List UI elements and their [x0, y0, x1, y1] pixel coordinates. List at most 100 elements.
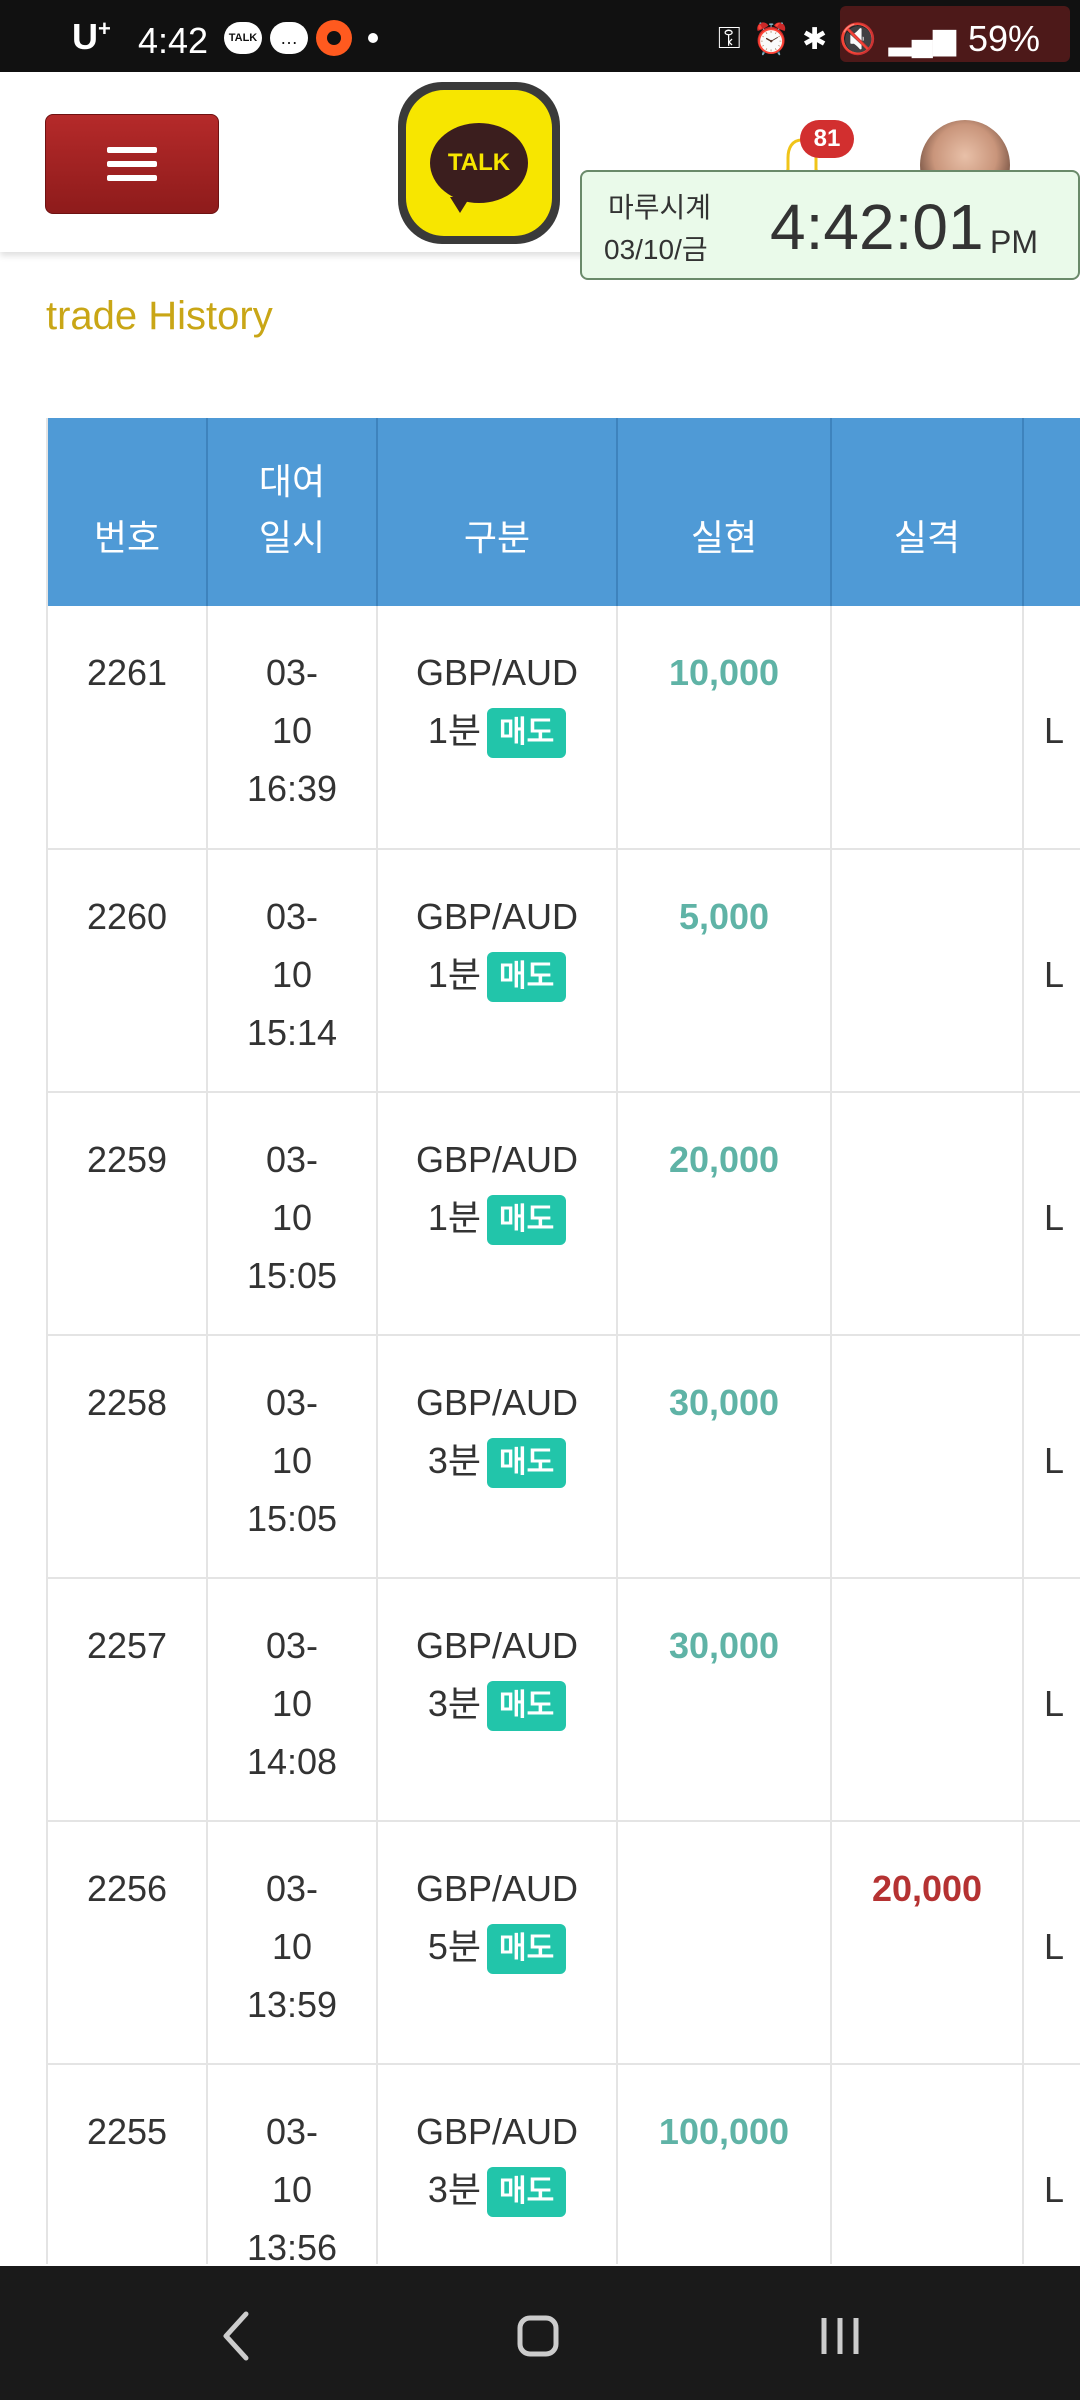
header-no: 번호: [46, 418, 208, 606]
row-no: 2257: [46, 1578, 208, 1822]
notification-icons: TALK …: [224, 20, 378, 56]
carrier-label: U+: [72, 16, 111, 57]
table-row[interactable]: 2261 03- 10 16:39 GBP/AUD 1분 매도 10,000 L: [46, 606, 1080, 850]
row-realized: 20,000: [617, 1092, 832, 1336]
alarm-icon: ⏰: [752, 22, 791, 56]
row-realized: 10,000: [617, 606, 832, 850]
table-row[interactable]: 2260 03- 10 15:14 GBP/AUD 1분 매도 5,000 L: [46, 849, 1080, 1093]
page-subtitle: trade History: [46, 294, 273, 338]
row-realized: [617, 1821, 832, 2065]
row-datetime: 03- 10 16:39: [207, 606, 378, 850]
row-realized: 30,000: [617, 1578, 832, 1822]
header-loss: 실격: [831, 418, 1024, 606]
row-no: 2258: [46, 1335, 208, 1579]
row-datetime: 03- 10 13:59: [207, 1821, 378, 2065]
table-row[interactable]: 2259 03- 10 15:05 GBP/AUD 1분 매도 20,000 L: [46, 1092, 1080, 1336]
row-no: 2255: [46, 2064, 208, 2264]
table-row[interactable]: 2255 03- 10 13:56 GBP/AUD 3분 매도 100,000 L: [46, 2064, 1080, 2264]
sell-badge: 매도: [486, 952, 567, 1003]
recent-apps-icon[interactable]: [800, 2296, 880, 2376]
currency-pair: GBP/AUD: [415, 1139, 579, 1180]
sell-badge: 매도: [486, 708, 567, 759]
row-realized: 100,000: [617, 2064, 832, 2264]
header-date: 대여 일시: [207, 418, 378, 606]
table-header-row: 번호 대여 일시 구분 실현 실격: [46, 418, 1080, 606]
row-type: GBP/AUD 1분 매도: [377, 606, 618, 850]
row-extra: L: [1023, 2064, 1080, 2264]
row-extra: L: [1023, 849, 1080, 1093]
period: 1분: [427, 1197, 481, 1238]
chat-notification-icon: …: [270, 22, 308, 54]
menu-button[interactable]: [45, 114, 219, 214]
floating-clock-widget[interactable]: 마루시계 03/10/금 4:42:01 PM: [580, 170, 1080, 280]
row-type: GBP/AUD 1분 매도: [377, 849, 618, 1093]
back-icon[interactable]: [196, 2296, 276, 2376]
talk-logo-icon: TALK: [430, 123, 528, 213]
currency-pair: GBP/AUD: [415, 652, 579, 693]
status-bar: U+ 4:42 TALK … ⚿ ⏰ ✱ 🔇 ▂▄▆ 59%: [0, 0, 1080, 72]
row-loss: 20,000: [831, 1821, 1024, 2065]
more-notifications-icon: [368, 33, 378, 43]
sell-badge: 매도: [486, 1924, 567, 1975]
row-loss: [831, 1578, 1024, 1822]
row-extra: L: [1023, 1821, 1080, 2065]
mute-icon: 🔇: [839, 22, 877, 56]
row-no: 2256: [46, 1821, 208, 2065]
home-icon[interactable]: [498, 2296, 578, 2376]
row-loss: [831, 849, 1024, 1093]
row-type: GBP/AUD 1분 매도: [377, 1092, 618, 1336]
row-extra: L: [1023, 1578, 1080, 1822]
sell-badge: 매도: [486, 1195, 567, 1246]
row-datetime: 03- 10 14:08: [207, 1578, 378, 1822]
row-loss: [831, 1335, 1024, 1579]
bluetooth-icon: ✱: [802, 22, 828, 56]
row-no: 2259: [46, 1092, 208, 1336]
sell-badge: 매도: [486, 2167, 567, 2218]
currency-pair: GBP/AUD: [415, 1625, 579, 1666]
signal-icon: ▂▄▆: [888, 22, 956, 56]
currency-pair: GBP/AUD: [415, 1382, 579, 1423]
row-realized: 30,000: [617, 1335, 832, 1579]
period: 3분: [427, 1440, 481, 1481]
battery-level: 59%: [967, 18, 1040, 59]
period: 1분: [427, 954, 481, 995]
clock-date: 03/10/금: [604, 234, 708, 265]
row-datetime: 03- 10 15:05: [207, 1092, 378, 1336]
period: 3분: [427, 2169, 481, 2210]
clock-ampm: PM: [990, 224, 1038, 260]
row-datetime: 03- 10 13:56: [207, 2064, 378, 2264]
app-notification-icon: [316, 20, 352, 56]
key-icon: ⚿: [717, 22, 741, 55]
row-no: 2261: [46, 606, 208, 850]
row-type: GBP/AUD 5분 매도: [377, 1821, 618, 2065]
row-realized: 5,000: [617, 849, 832, 1093]
currency-pair: GBP/AUD: [415, 896, 579, 937]
system-icons: ⚿ ⏰ ✱ 🔇 ▂▄▆ 59%: [718, 18, 1040, 60]
currency-pair: GBP/AUD: [415, 1868, 579, 1909]
period: 1분: [427, 710, 481, 751]
header-realized: 실현: [617, 418, 832, 606]
table-row[interactable]: 2257 03- 10 14:08 GBP/AUD 3분 매도 30,000 L: [46, 1578, 1080, 1822]
status-time: 4:42: [138, 20, 209, 61]
header-type: 구분: [377, 418, 618, 606]
row-type: GBP/AUD 3분 매도: [377, 1578, 618, 1822]
row-type: GBP/AUD 3분 매도: [377, 2064, 618, 2264]
sell-badge: 매도: [486, 1681, 567, 1732]
row-loss: [831, 606, 1024, 850]
kakaotalk-notification-icon: TALK: [224, 22, 262, 54]
trade-history-table[interactable]: 번호 대여 일시 구분 실현 실격 2261 03- 10 16:39 GBP/AUD 1분…: [46, 418, 1080, 2264]
row-extra: L: [1023, 1092, 1080, 1336]
kakaotalk-button[interactable]: TALK: [398, 82, 560, 244]
table-row[interactable]: 2256 03- 10 13:59 GBP/AUD 5분 매도 20,000 L: [46, 1821, 1080, 2065]
row-loss: [831, 2064, 1024, 2264]
notification-count-badge: 81: [800, 120, 854, 158]
clock-label: 마루시계: [608, 192, 712, 223]
table-row[interactable]: 2258 03- 10 15:05 GBP/AUD 3분 매도 30,000 L: [46, 1335, 1080, 1579]
clock-time: 4:42:01: [770, 191, 984, 263]
navigation-bar: [0, 2266, 1080, 2400]
period: 3분: [427, 1683, 481, 1724]
currency-pair: GBP/AUD: [415, 2111, 579, 2152]
row-datetime: 03- 10 15:05: [207, 1335, 378, 1579]
row-loss: [831, 1092, 1024, 1336]
header-extra: [1023, 418, 1080, 606]
